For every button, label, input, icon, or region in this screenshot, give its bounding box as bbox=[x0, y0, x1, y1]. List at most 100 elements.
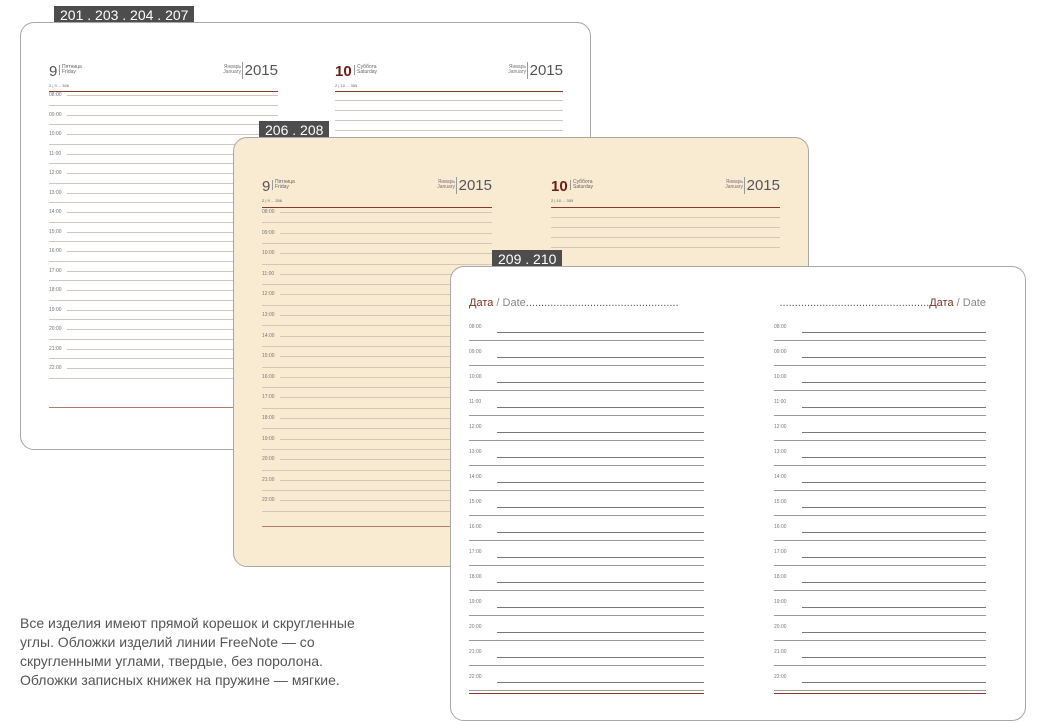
time-label: 20:00 bbox=[262, 456, 275, 463]
ruled-line bbox=[280, 253, 492, 255]
time-label: 13:00 bbox=[49, 189, 62, 196]
ruled-line bbox=[469, 640, 704, 641]
ruled-line bbox=[497, 657, 704, 658]
time-label: 13:00 bbox=[469, 449, 482, 455]
time-label: 13:00 bbox=[262, 312, 275, 318]
ruled-line bbox=[280, 212, 492, 213]
ruled-line bbox=[802, 632, 986, 633]
time-label: 21:00 bbox=[774, 649, 787, 655]
time-label: 19:00 bbox=[262, 435, 275, 442]
day-count: 2 | 9 ... 356 bbox=[262, 198, 282, 203]
month-name: Январь January bbox=[437, 179, 455, 190]
day-name: Пятница Friday bbox=[59, 65, 82, 75]
ruled-line bbox=[551, 237, 780, 238]
ruled-line bbox=[802, 382, 986, 383]
time-label: 17:00 bbox=[49, 267, 62, 274]
time-label: 11:00 bbox=[469, 399, 482, 405]
notebook-left-page: Дата / Date.............................… bbox=[469, 295, 704, 700]
time-label: 10:00 bbox=[469, 374, 482, 380]
time-label: 18:00 bbox=[49, 287, 62, 293]
ruled-line bbox=[802, 357, 986, 358]
time-label: 18:00 bbox=[774, 574, 787, 580]
ruled-line bbox=[469, 565, 704, 566]
time-label: 08:00 bbox=[469, 324, 482, 330]
day-number: 9 bbox=[49, 63, 58, 80]
day-name: Суббота Saturday bbox=[570, 180, 593, 190]
time-label: 08:00 bbox=[774, 324, 787, 330]
time-label: 21:00 bbox=[262, 476, 275, 483]
notebook-white-cover: Дата / Date.............................… bbox=[450, 266, 1026, 721]
ruled-line bbox=[469, 365, 704, 366]
ruled-line bbox=[774, 440, 986, 441]
ruled-line bbox=[469, 590, 704, 591]
ruled-line bbox=[469, 615, 704, 616]
time-label: 18:00 bbox=[262, 415, 275, 421]
time-label: 22:00 bbox=[49, 365, 62, 371]
ruled-line bbox=[802, 507, 986, 508]
bottom-rule bbox=[774, 693, 986, 694]
day-number: 9 bbox=[262, 178, 271, 195]
ruled-line bbox=[774, 465, 986, 466]
date-label: ........................................… bbox=[779, 297, 986, 309]
ruled-line bbox=[497, 557, 704, 558]
time-label: 11:00 bbox=[774, 399, 787, 405]
ruled-line bbox=[802, 582, 986, 583]
ruled-line bbox=[774, 490, 986, 491]
time-label: 12:00 bbox=[49, 170, 62, 176]
ruled-line bbox=[262, 242, 492, 244]
ruled-line bbox=[469, 415, 704, 416]
ruled-line bbox=[469, 690, 704, 691]
ruled-line bbox=[335, 100, 563, 101]
ruled-line bbox=[497, 632, 704, 633]
time-label: 10:00 bbox=[774, 374, 787, 380]
ruled-line bbox=[497, 582, 704, 583]
time-label: 12:00 bbox=[262, 291, 275, 298]
ruled-line bbox=[67, 95, 278, 96]
time-label: 11:00 bbox=[49, 150, 62, 157]
time-label: 17:00 bbox=[469, 549, 482, 555]
time-label: 17:00 bbox=[262, 394, 275, 401]
ruled-line bbox=[802, 432, 986, 433]
day-number: 10 bbox=[335, 63, 352, 80]
ruled-line bbox=[497, 382, 704, 383]
time-label: 13:00 bbox=[774, 449, 787, 455]
ruled-line bbox=[497, 457, 704, 458]
ruled-line bbox=[774, 690, 986, 691]
month-name: Январь January bbox=[223, 64, 241, 75]
time-label: 20:00 bbox=[774, 624, 787, 630]
time-label: 14:00 bbox=[774, 474, 787, 480]
month-name: Январь January bbox=[508, 64, 526, 75]
ruled-line bbox=[802, 657, 986, 658]
header-rule bbox=[335, 91, 563, 92]
ruled-line bbox=[497, 482, 704, 483]
time-label: 17:00 bbox=[774, 549, 787, 555]
time-label: 12:00 bbox=[774, 424, 787, 430]
ruled-line bbox=[497, 332, 704, 333]
ruled-line bbox=[67, 114, 278, 116]
time-label: 09:00 bbox=[774, 349, 787, 355]
ruled-line bbox=[551, 227, 780, 228]
ruled-line bbox=[774, 540, 986, 541]
time-label: 15:00 bbox=[262, 353, 275, 360]
time-label: 08:00 bbox=[262, 209, 275, 215]
time-label: 09:00 bbox=[262, 229, 275, 236]
ruled-line bbox=[497, 357, 704, 358]
time-label: 21:00 bbox=[469, 649, 482, 655]
ruled-line bbox=[497, 507, 704, 508]
time-label: 09:00 bbox=[469, 349, 482, 355]
year: 2015 bbox=[526, 62, 563, 79]
left-page-header: 9 Пятница Friday 2 | 9 ... 356 Январь Janu… bbox=[262, 177, 492, 210]
time-label: 22:00 bbox=[262, 497, 275, 504]
ruled-line bbox=[469, 665, 704, 666]
time-label: 09:00 bbox=[49, 111, 62, 118]
ruled-line bbox=[497, 682, 704, 683]
time-label: 16:00 bbox=[469, 524, 482, 530]
time-label: 14:00 bbox=[262, 332, 275, 339]
time-label: 16:00 bbox=[262, 373, 275, 380]
ruled-line bbox=[774, 665, 986, 666]
time-label: 10:00 bbox=[262, 250, 275, 257]
ruled-line bbox=[262, 222, 492, 224]
ruled-line bbox=[335, 110, 563, 111]
day-count: 2 | 9 ... 356 bbox=[49, 83, 69, 88]
time-label: 20:00 bbox=[49, 326, 62, 332]
